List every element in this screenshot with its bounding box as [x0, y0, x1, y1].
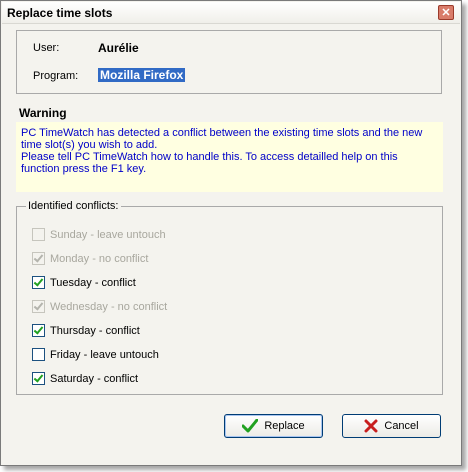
cancel-button-label: Cancel	[384, 420, 419, 432]
conflict-checkbox-label: Sunday - leave untouch	[50, 228, 166, 241]
replace-time-slots-dialog: Replace time slots ✕ User: Aurélie Progr…	[0, 0, 462, 466]
conflict-checkbox-row: Monday - no conflict	[32, 252, 148, 265]
conflicts-legend: Identified conflicts:	[26, 200, 121, 212]
conflict-checkbox	[32, 252, 45, 265]
conflict-checkbox-label: Monday - no conflict	[50, 252, 149, 265]
program-label: Program:	[33, 70, 79, 82]
conflict-checkbox	[32, 228, 45, 241]
user-value: Aurélie	[98, 41, 139, 55]
conflict-checkbox-row[interactable]: Saturday - conflict	[32, 372, 138, 385]
conflict-checkbox[interactable]	[32, 324, 45, 337]
info-panel: User: Aurélie Program: Mozilla Firefox	[16, 30, 442, 94]
checkmark-icon	[242, 419, 259, 433]
conflict-checkbox[interactable]	[32, 372, 45, 385]
warning-title: Warning	[19, 106, 67, 120]
window-title: Replace time slots	[7, 6, 113, 20]
conflict-checkbox-row[interactable]: Tuesday - conflict	[32, 276, 136, 289]
close-button[interactable]: ✕	[438, 5, 454, 20]
warning-box: PC TimeWatch has detected a conflict bet…	[16, 122, 443, 192]
replace-button-label: Replace	[264, 420, 305, 432]
title-bar[interactable]: Replace time slots ✕	[2, 2, 460, 24]
identified-conflicts-group: Identified conflicts: Sunday - leave unt…	[16, 200, 443, 395]
warning-text-help: Please tell PC TimeWatch how to handle t…	[21, 151, 398, 175]
conflict-checkbox-label: Tuesday - conflict	[50, 276, 136, 289]
conflict-checkbox-row: Wednesday - no conflict	[32, 300, 167, 313]
conflict-checkbox-label: Friday - leave untouch	[50, 348, 159, 361]
conflict-checkbox-label: Thursday - conflict	[50, 324, 140, 337]
conflict-checkbox[interactable]	[32, 348, 45, 361]
conflict-checkbox	[32, 300, 45, 313]
x-icon	[364, 419, 378, 433]
conflict-checkbox-label: Wednesday - no conflict	[50, 300, 168, 313]
user-label: User:	[33, 42, 60, 54]
conflict-checkbox[interactable]	[32, 276, 45, 289]
close-icon: ✕	[441, 7, 451, 19]
replace-button[interactable]: Replace	[224, 414, 323, 438]
program-value[interactable]: Mozilla Firefox	[98, 68, 186, 82]
conflict-checkbox-row[interactable]: Friday - leave untouch	[32, 348, 159, 361]
conflict-checkbox-row[interactable]: Thursday - conflict	[32, 324, 140, 337]
conflict-checkbox-row: Sunday - leave untouch	[32, 228, 166, 241]
warning-text-conflict: PC TimeWatch has detected a conflict bet…	[21, 127, 423, 151]
cancel-button[interactable]: Cancel	[342, 414, 441, 438]
conflict-checkbox-label: Saturday - conflict	[50, 372, 139, 385]
